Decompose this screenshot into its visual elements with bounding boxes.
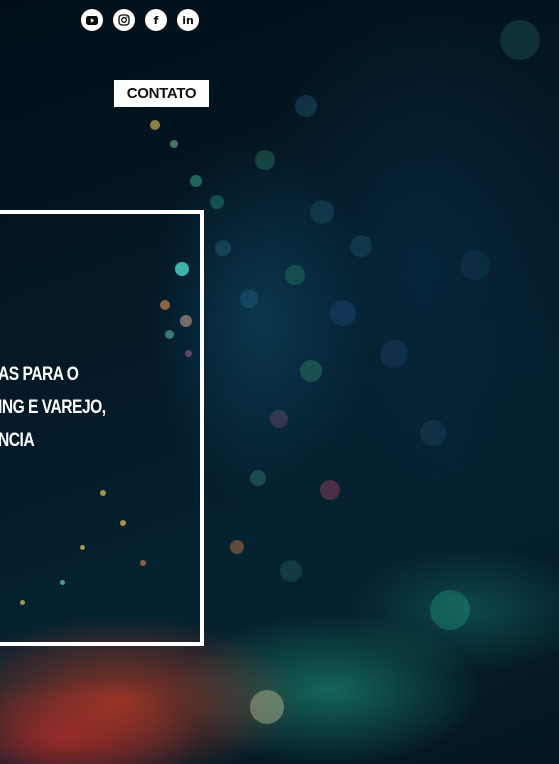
social-links: f in: [81, 9, 199, 31]
instagram-icon[interactable]: [113, 9, 135, 31]
facebook-icon[interactable]: f: [145, 9, 167, 31]
hero-headline: AS PARA O ING E VAREJO, NCIA: [0, 358, 162, 457]
page: f in CONTATO AS PARA O ING E VAREJO, NCI…: [0, 0, 559, 764]
contact-button[interactable]: CONTATO: [114, 80, 209, 107]
hero-line: AS PARA O: [0, 364, 79, 385]
youtube-icon[interactable]: [81, 9, 103, 31]
facebook-glyph: f: [153, 13, 159, 27]
linkedin-glyph: in: [182, 13, 194, 27]
hero-line: NCIA: [0, 430, 35, 451]
linkedin-icon[interactable]: in: [177, 9, 199, 31]
hero-line: ING E VAREJO,: [0, 397, 106, 418]
